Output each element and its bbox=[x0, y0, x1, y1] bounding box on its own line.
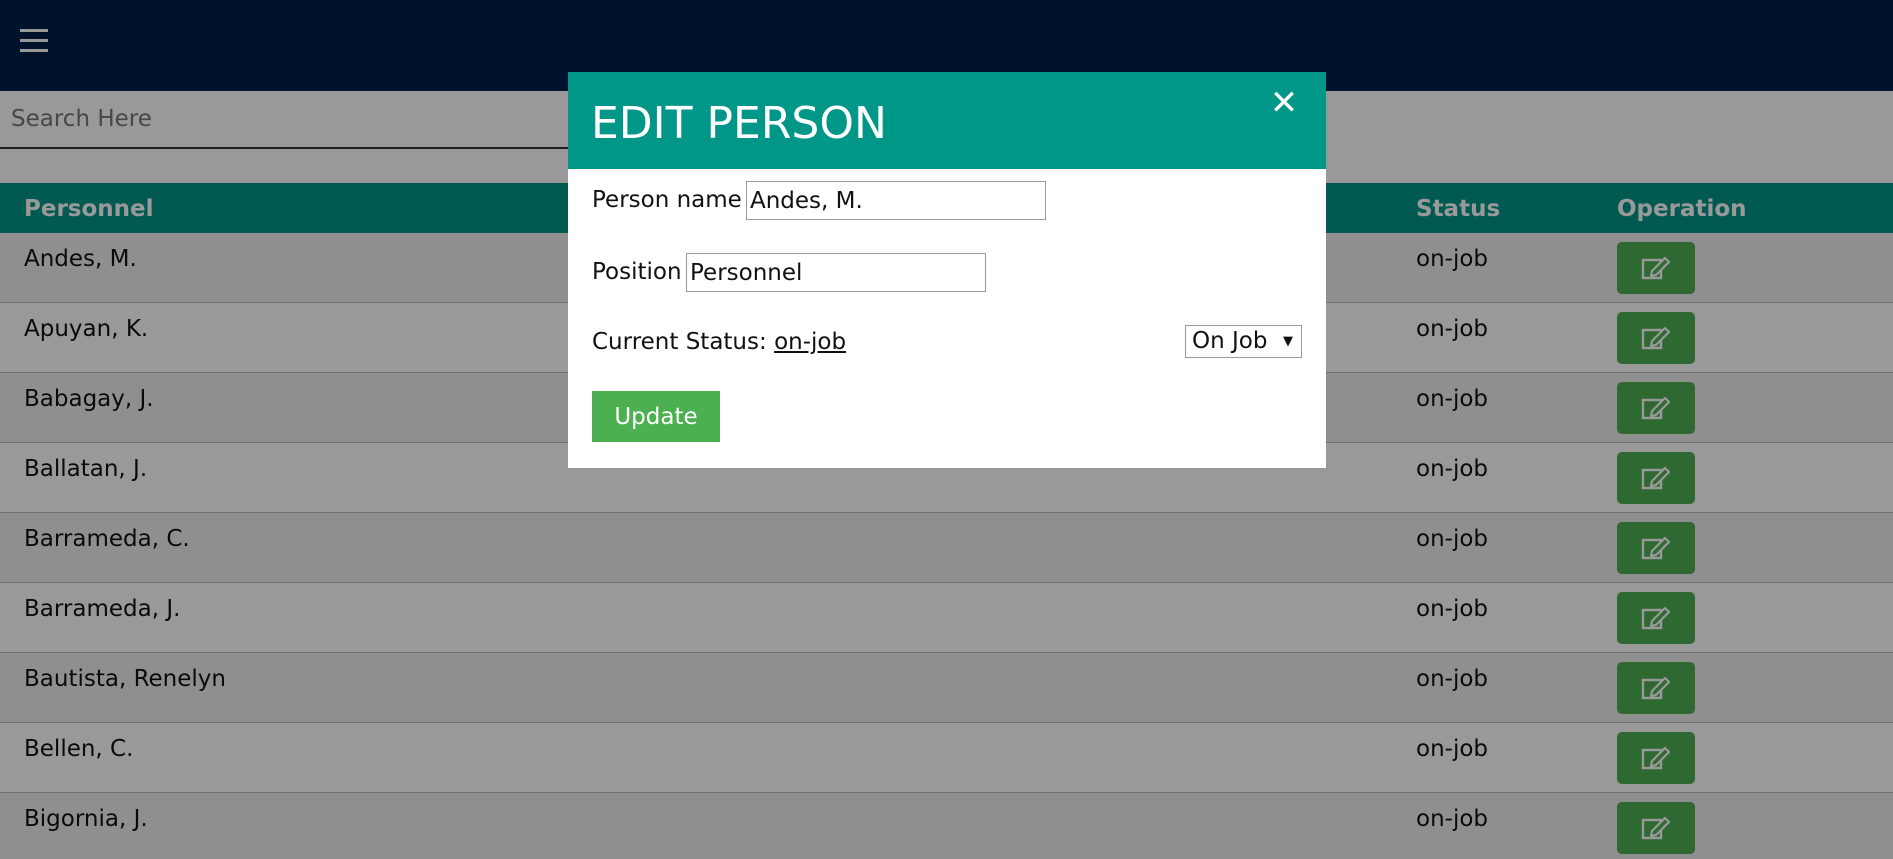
current-status-text: Current Status: on-job bbox=[592, 329, 846, 355]
edit-person-modal: EDIT PERSON ✕ Person name Position Curre… bbox=[568, 72, 1326, 468]
update-button[interactable]: Update bbox=[592, 391, 720, 442]
modal-title: EDIT PERSON bbox=[591, 98, 887, 149]
dropdown-arrow-icon: ▼ bbox=[1283, 334, 1293, 349]
status-select-value: On Job bbox=[1192, 328, 1268, 354]
modal-header: EDIT PERSON ✕ bbox=[568, 72, 1326, 169]
person-name-label: Person name bbox=[592, 187, 742, 213]
status-select[interactable]: On Job ▼ bbox=[1185, 325, 1302, 358]
current-status-value: on-job bbox=[774, 329, 847, 355]
position-input[interactable] bbox=[686, 253, 986, 292]
position-label: Position bbox=[592, 259, 682, 285]
person-name-input[interactable] bbox=[746, 181, 1046, 220]
close-icon[interactable]: ✕ bbox=[1267, 86, 1301, 120]
current-status-label: Current Status: bbox=[592, 329, 767, 355]
